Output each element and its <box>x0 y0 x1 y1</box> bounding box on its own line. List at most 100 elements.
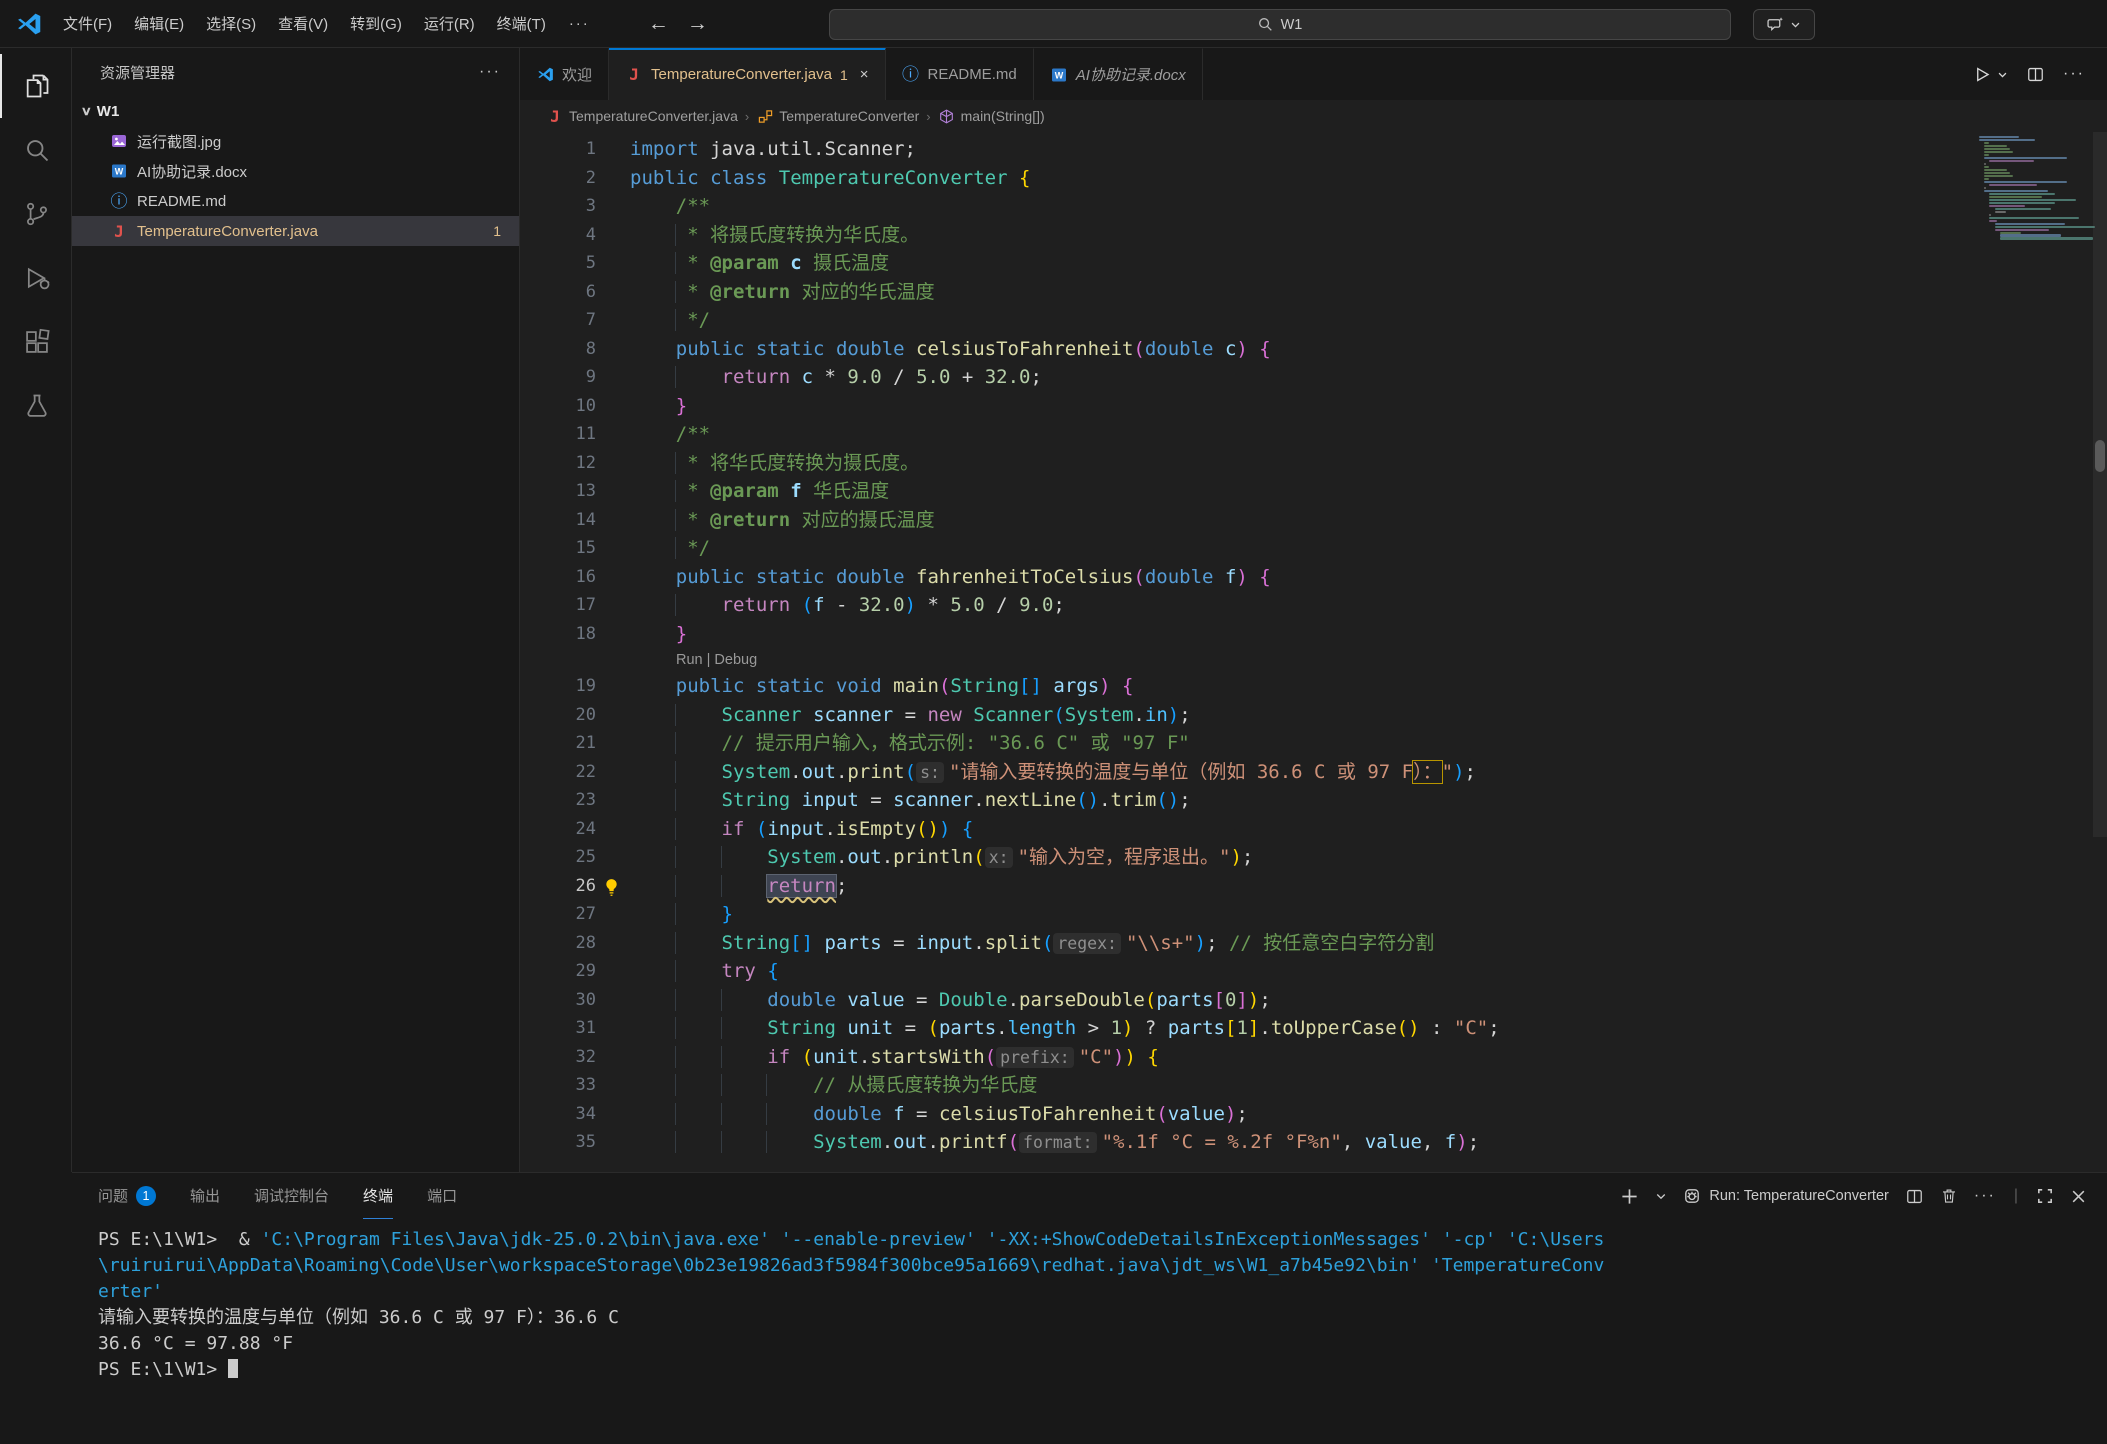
breadcrumb-item[interactable]: main(String[]) <box>938 107 1045 125</box>
tab-AI协助记录.docx[interactable]: W AI协助记录.docx <box>1034 48 1203 100</box>
terminal-cursor <box>228 1359 238 1378</box>
activity-bar <box>0 48 72 1172</box>
sidebar-item-extensions[interactable] <box>0 310 72 374</box>
line-number: 28 <box>520 929 596 958</box>
code-line: 33 // 从摄氏度转换为华氏度 <box>520 1071 2107 1100</box>
menu-item-1[interactable]: 编辑(E) <box>123 7 195 40</box>
menu-item-3[interactable]: 查看(V) <box>267 7 339 40</box>
code-editor[interactable]: 1import java.util.Scanner;2public class … <box>520 132 2107 1172</box>
java-icon: J <box>110 222 128 240</box>
line-number: 15 <box>520 534 596 563</box>
terminal-instance-label[interactable]: Run: TemperatureConverter <box>1683 1187 1888 1205</box>
file-row[interactable]: JTemperatureConverter.java1 <box>72 216 519 246</box>
problems-badge: 1 <box>493 223 501 239</box>
breadcrumb-item[interactable]: JTemperatureConverter.java <box>546 107 738 125</box>
code-line: 1import java.util.Scanner; <box>520 135 2107 164</box>
line-number: 29 <box>520 957 596 986</box>
line-number: 17 <box>520 591 596 620</box>
menu-bar: 文件(F)编辑(E)选择(S)查看(V)转到(G)运行(R)终端(T) <box>52 7 557 40</box>
extensions-icon <box>23 328 51 356</box>
line-number: 32 <box>520 1043 596 1072</box>
command-center-search[interactable]: W1 <box>829 9 1731 40</box>
panel-tab-端口[interactable]: 端口 <box>427 1173 457 1219</box>
sidebar-item-run-debug[interactable] <box>0 246 72 310</box>
word-icon: W <box>1050 66 1068 84</box>
code-line: 15 */ <box>520 534 2107 563</box>
chevron-down-icon <box>1790 19 1801 30</box>
run-java-icon <box>1973 65 1992 84</box>
sidebar-item-testing[interactable] <box>0 374 72 438</box>
symbol-class-icon <box>756 107 774 125</box>
close-icon[interactable]: × <box>860 66 869 83</box>
line-number: 14 <box>520 506 596 535</box>
image-icon <box>110 132 128 150</box>
maximize-panel-icon[interactable] <box>2036 1187 2054 1205</box>
breadcrumb-separator: › <box>926 109 930 124</box>
file-row[interactable]: ⓘREADME.md <box>72 186 519 216</box>
breadcrumb-item[interactable]: TemperatureConverter <box>756 107 919 125</box>
menu-item-4[interactable]: 转到(G) <box>339 7 413 40</box>
lightbulb-icon[interactable] <box>602 877 621 896</box>
editor-tab-bar: 欢迎JTemperatureConverter.java1×ⓘREADME.md… <box>520 48 2107 100</box>
tab-TemperatureConverter.java[interactable]: JTemperatureConverter.java1× <box>609 48 886 100</box>
sidebar-item-explorer[interactable] <box>0 54 72 118</box>
bottom-panel: 问题1 输出调试控制台终端端口 Run: TemperatureConverter… <box>72 1172 2107 1444</box>
back-arrow-icon[interactable]: ← <box>648 12 669 36</box>
codelens-run-debug[interactable]: Run | Debug <box>520 648 2107 672</box>
run-task-icon <box>1683 1187 1701 1205</box>
terminal-output[interactable]: PS E:\1\W1> & 'C:\Program Files\Java\jdk… <box>72 1219 2107 1444</box>
run-java-button[interactable] <box>1973 65 2008 84</box>
terminal-line: \ruiruirui\AppData\Roaming\Code\User\wor… <box>98 1253 2107 1279</box>
code-line: 28 String[] parts = input.split(regex:"\… <box>520 929 2107 958</box>
file-row[interactable]: WAI协助记录.docx <box>72 156 519 186</box>
menu-item-6[interactable]: 终端(T) <box>486 7 557 40</box>
java-icon: J <box>546 107 564 125</box>
sidebar-more-button[interactable]: ··· <box>479 63 501 81</box>
search-value: W1 <box>1281 17 1303 33</box>
title-bar: 文件(F)编辑(E)选择(S)查看(V)转到(G)运行(R)终端(T) ··· … <box>0 0 2107 48</box>
code-line: 12 * 将华氏度转换为摄氏度。 <box>520 449 2107 478</box>
tab-label: TemperatureConverter.java <box>651 66 832 83</box>
line-number: 6 <box>520 278 596 307</box>
panel-tab-终端[interactable]: 终端 <box>363 1173 393 1219</box>
svg-text:W: W <box>115 167 124 177</box>
new-terminal-plus-icon[interactable] <box>1620 1187 1639 1206</box>
sidebar-item-source-control[interactable] <box>0 182 72 246</box>
close-panel-icon[interactable] <box>2070 1188 2087 1205</box>
folder-root-w1[interactable]: ∨ W1 <box>72 96 519 126</box>
menu-more-button[interactable]: ··· <box>557 9 602 38</box>
forward-arrow-icon[interactable]: → <box>687 12 708 36</box>
terminal-line: 请输入要转换的温度与单位（例如 36.6 C 或 97 F）：36.6 C <box>98 1305 2107 1331</box>
line-number: 1 <box>520 135 596 164</box>
testing-icon <box>23 392 51 420</box>
split-terminal-icon[interactable] <box>1905 1187 1924 1206</box>
code-line: 27 } <box>520 900 2107 929</box>
menu-item-5[interactable]: 运行(R) <box>413 7 486 40</box>
kill-terminal-trash-icon[interactable] <box>1940 1187 1958 1205</box>
panel-tab-问题[interactable]: 问题1 <box>98 1173 156 1219</box>
panel-tab-调试控制台[interactable]: 调试控制台 <box>254 1173 329 1219</box>
file-row[interactable]: 运行截图.jpg <box>72 126 519 156</box>
line-number: 35 <box>520 1128 596 1157</box>
menu-item-2[interactable]: 选择(S) <box>195 7 267 40</box>
code-line: 25 System.out.println(x:"输入为空，程序退出。"); <box>520 843 2107 872</box>
line-number: 12 <box>520 449 596 478</box>
copilot-button[interactable] <box>1753 9 1815 40</box>
split-editor-icon[interactable] <box>2026 65 2045 84</box>
tab-README.md[interactable]: ⓘREADME.md <box>886 48 1034 100</box>
line-number: 10 <box>520 392 596 421</box>
line-number: 19 <box>520 672 596 701</box>
tab-problems-count: 1 <box>840 67 848 83</box>
line-number: 5 <box>520 249 596 278</box>
menu-item-0[interactable]: 文件(F) <box>52 7 123 40</box>
terminal-dropdown-chevron-icon[interactable] <box>1655 1190 1667 1202</box>
tab-欢迎[interactable]: 欢迎 <box>520 48 609 100</box>
line-number: 25 <box>520 843 596 872</box>
sidebar-item-search[interactable] <box>0 118 72 182</box>
code-line: 20 Scanner scanner = new Scanner(System.… <box>520 701 2107 730</box>
tab-label: AI协助记录.docx <box>1076 64 1186 85</box>
more-actions-icon[interactable]: ··· <box>2063 65 2085 83</box>
more-actions-icon[interactable]: ··· <box>1974 1187 1996 1205</box>
run-debug-icon <box>23 264 51 292</box>
panel-tab-输出[interactable]: 输出 <box>190 1173 220 1219</box>
